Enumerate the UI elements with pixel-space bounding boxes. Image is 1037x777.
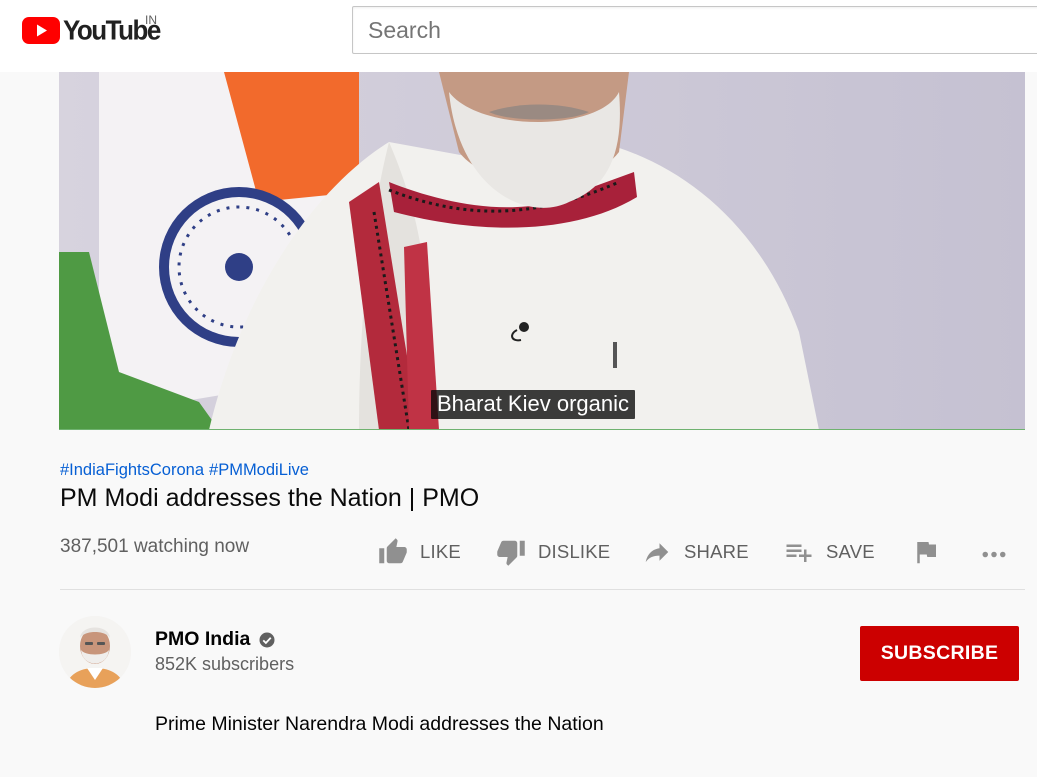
channel-name[interactable]: PMO India [155, 628, 250, 651]
subtitle-caption: Bharat Kiev organic [431, 390, 635, 419]
video-title: PM Modi addresses the Nation | PMO [60, 484, 480, 512]
search-box[interactable] [352, 6, 1037, 54]
share-arrow-icon [645, 543, 669, 562]
dislike-button[interactable]: DISLIKE [496, 532, 610, 572]
more-horizontal-icon [982, 551, 1006, 558]
share-button[interactable]: SHARE [642, 532, 749, 572]
channel-avatar-image [59, 616, 131, 688]
verified-check-icon [259, 632, 275, 647]
video-frame [59, 72, 1025, 430]
country-code: IN [145, 13, 157, 27]
youtube-logo[interactable]: YouTube [22, 14, 161, 46]
subscriber-count: 852K subscribers [155, 654, 295, 674]
hashtag-list: #IndiaFightsCorona #PMModiLive [60, 461, 314, 480]
report-button[interactable] [911, 532, 941, 572]
channel-avatar[interactable] [59, 616, 131, 688]
video-player[interactable]: Bharat Kiev organic [59, 72, 1025, 430]
progress-bar[interactable] [59, 429, 1025, 430]
thumbs-up-icon [379, 538, 407, 564]
hashtag-link[interactable]: #PMModiLive [209, 461, 309, 479]
like-label: LIKE [420, 541, 461, 562]
flag-icon [917, 542, 936, 564]
subscribe-button[interactable]: SUBSCRIBE [860, 626, 1019, 681]
view-count: 387,501 watching now [60, 536, 250, 557]
dislike-label: DISLIKE [538, 541, 611, 562]
video-description: Prime Minister Narendra Modi addresses t… [155, 713, 604, 735]
youtube-play-icon [22, 16, 60, 44]
save-label: SAVE [826, 541, 875, 562]
channel-name-row[interactable]: PMO India [155, 628, 276, 651]
save-button[interactable]: SAVE [784, 532, 875, 572]
thumbs-down-icon [497, 540, 525, 566]
divider [60, 589, 1025, 590]
hashtag-link[interactable]: #IndiaFightsCorona [60, 461, 204, 479]
search-input[interactable] [353, 7, 1037, 53]
masthead: YouTube IN [0, 0, 1037, 72]
share-label: SHARE [684, 541, 749, 562]
like-button[interactable]: LIKE [378, 532, 461, 572]
playlist-add-icon [786, 544, 812, 562]
more-actions-button[interactable] [979, 532, 1009, 572]
